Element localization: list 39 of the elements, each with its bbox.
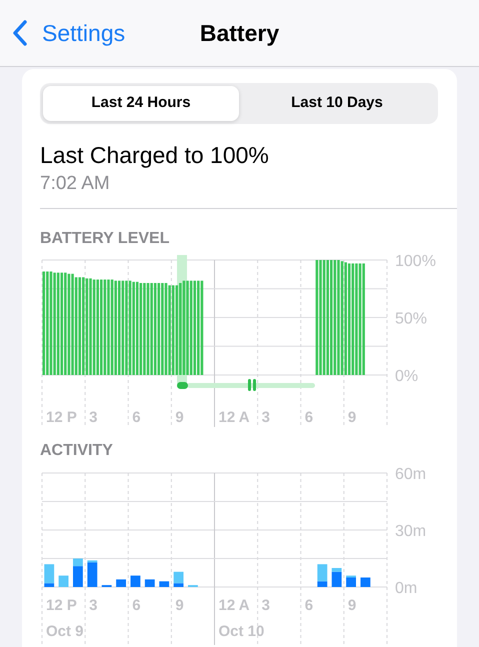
x-axis-label: 9 [348,597,356,614]
activity-bar [116,579,126,587]
date-label: Oct 9 [46,623,84,640]
activity-bar [159,581,170,587]
last-charged-time: 7:02 AM [40,172,111,196]
segment-tab[interactable]: Last 24 Hours [43,86,239,121]
section-heading: BATTERY LEVEL [40,229,170,249]
x-axis-label: 12 P [46,597,77,614]
x-axis-label: 9 [175,597,184,614]
page-title: Battery [200,18,280,48]
x-axis-label: 3 [262,597,270,614]
segment-tab[interactable]: Last 10 Days [239,86,435,121]
back-chevron-icon [12,20,28,46]
section-heading: ACTIVITY [40,441,114,461]
x-axis-label: 12 P [46,409,77,426]
x-axis-label: 6 [132,409,141,426]
x-axis-label: 9 [175,409,184,426]
activity-bar [144,579,155,587]
y-axis-label: 0m [395,580,418,597]
activity-bar [130,576,140,587]
date-label: Oct 10 [218,623,264,640]
x-axis-label: 6 [132,597,141,614]
activity-bar [58,576,68,587]
x-axis-label: 3 [89,597,98,614]
last-charged-title: Last Charged to 100% [40,141,270,169]
x-axis-label: 12 A [218,597,250,614]
y-axis-label: 30m [395,523,426,540]
y-axis-label: 0% [395,368,418,385]
x-axis-label: 3 [89,409,98,426]
y-axis-label: 50% [395,310,428,328]
x-axis-label: 6 [304,409,314,426]
x-axis-label: 12 A [218,409,250,426]
x-axis-label: 6 [304,597,314,614]
activity-bar [360,578,370,587]
y-axis-label: 100% [395,253,436,270]
y-axis-label: 60m [395,466,426,483]
back-link[interactable]: Settings [0,16,126,50]
x-axis-label: 3 [262,409,270,426]
x-axis-label: 9 [348,409,356,426]
